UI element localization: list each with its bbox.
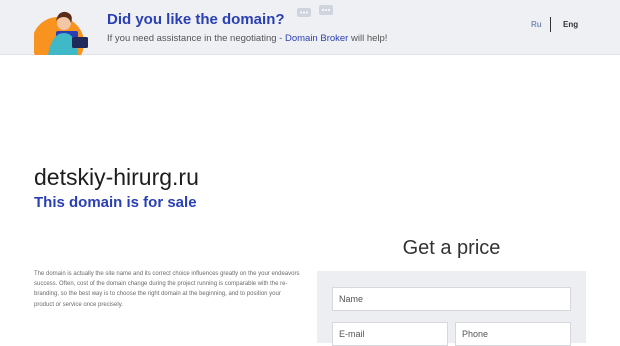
domain-broker-link[interactable]: Domain Broker: [285, 33, 348, 44]
broker-avatar-icon: [34, 11, 88, 55]
email-input[interactable]: E-mail: [332, 322, 448, 346]
for-sale-heading: This domain is for sale: [34, 194, 197, 211]
lang-ru-link[interactable]: Ru: [531, 20, 542, 29]
domain-name: detskiy-hirurg.ru: [34, 164, 199, 190]
lang-eng-link[interactable]: Eng: [563, 20, 578, 29]
banner-subtitle-text: If you need assistance in the negotiatin…: [107, 33, 285, 44]
top-banner: Did you like the domain? If you need ass…: [0, 0, 620, 55]
get-price-title: Get a price: [402, 237, 501, 259]
phone-input[interactable]: Phone: [455, 322, 571, 346]
name-input[interactable]: Name: [332, 287, 571, 311]
banner-title: Did you like the domain?: [107, 11, 285, 28]
lang-divider: [550, 17, 551, 32]
domain-description: The domain is actually the site name and…: [34, 271, 300, 308]
banner-subtitle-end: will help!: [348, 33, 388, 44]
banner-subtitle: If you need assistance in the negotiatin…: [107, 33, 387, 44]
chat-bubbles-icon: [297, 5, 333, 17]
